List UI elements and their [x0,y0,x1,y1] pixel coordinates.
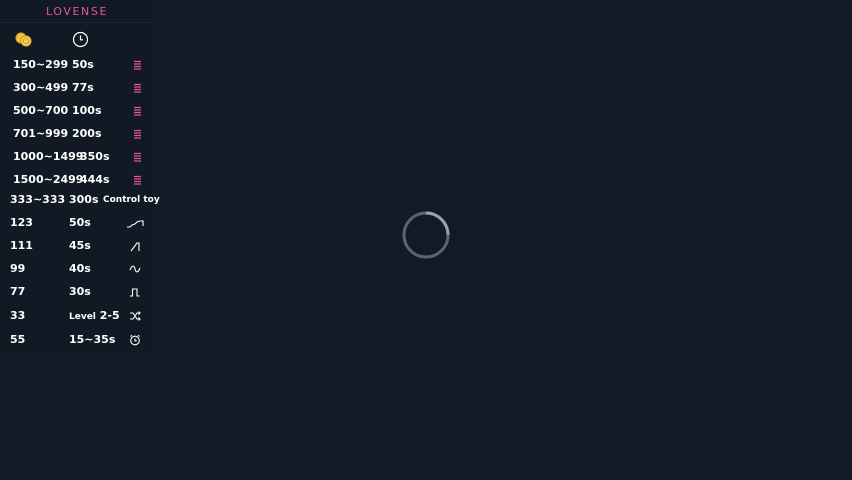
special-command-row: 99 40s [0,260,154,278]
command-tokens: 333~333 [10,193,66,206]
loading-spinner-icon [402,211,450,259]
tip-level-row: 1000~1499 350s [0,148,154,166]
clock-icon [72,31,89,48]
vibration-bars-icon [134,152,141,162]
coins-icon [15,32,32,47]
command-tokens: 99 [10,262,26,275]
tip-duration: 444s [80,173,110,186]
tip-range: 500~700 [13,104,69,117]
random-shuffle-icon [130,311,141,321]
vibration-bars-icon [134,129,141,139]
level-range: 2-5 [99,309,120,322]
tip-range: 300~499 [13,81,69,94]
tip-range: 1500~2499 [13,173,84,186]
tip-menu-panel: LOVENSE 150~299 50s 300~499 77s 500~700 … [0,0,160,350]
tip-level-row: 500~700 100s [0,102,154,120]
vibration-bars-icon [134,60,141,70]
tip-level-row: 701~999 200s [0,125,154,143]
command-duration: Level 2-5 [69,307,120,326]
tip-level-row: 150~299 50s [0,56,154,74]
command-duration: 30s [69,285,91,298]
command-tokens: 33 [10,309,26,322]
app-window: LOVENSE 150~299 50s 300~499 77s 500~700 … [0,0,852,480]
control-toy-label: Control toy [103,195,160,205]
tip-duration: 100s [72,104,102,117]
command-duration: 15~35s [69,333,116,346]
vibration-bars-icon [134,175,141,185]
earthquake-pattern-icon [127,220,144,228]
special-command-row: 333~333 300s Control toy [0,191,160,209]
tip-range: 1000~1499 [13,150,84,163]
tip-level-row: 300~499 77s [0,79,154,97]
command-tokens: 77 [10,285,26,298]
tip-duration: 77s [72,81,94,94]
tip-duration: 50s [72,58,94,71]
level-prefix: Level [69,312,96,322]
fireworks-pattern-icon [130,242,140,252]
special-command-row: 55 15~35s [0,331,154,349]
vibration-bars-icon [134,106,141,116]
alarm-clock-icon [130,334,140,346]
special-command-row: 123 50s [0,214,154,232]
tip-range: 701~999 [13,127,69,140]
command-duration: 300s [69,193,99,206]
tip-duration: 200s [72,127,102,140]
brand-logo: LOVENSE [0,0,154,23]
pulse-pattern-icon [130,288,140,297]
command-tokens: 111 [10,239,33,252]
tip-level-row: 1500~2499 444s [0,171,154,189]
command-duration: 40s [69,262,91,275]
special-command-row: 77 30s [0,283,154,301]
command-duration: 45s [69,239,91,252]
command-tokens: 55 [10,333,26,346]
special-command-row: 33 Level 2-5 [0,307,154,325]
command-duration: 50s [69,216,91,229]
command-tokens: 123 [10,216,33,229]
wave-pattern-icon [129,265,141,273]
tip-duration: 350s [80,150,110,163]
vibration-bars-icon [134,83,141,93]
tip-range: 150~299 [13,58,69,71]
special-command-row: 111 45s [0,237,154,255]
